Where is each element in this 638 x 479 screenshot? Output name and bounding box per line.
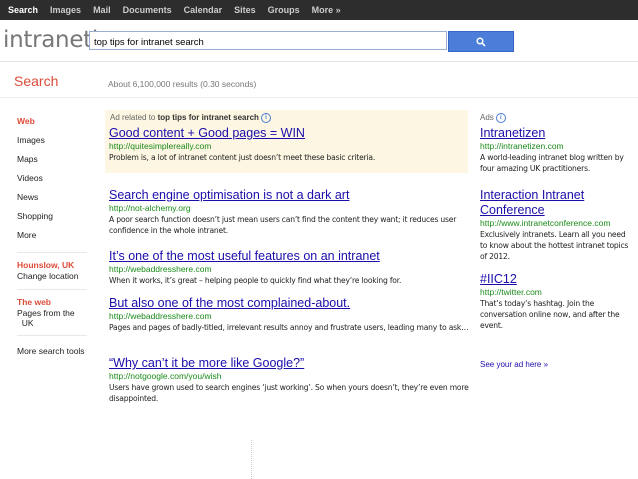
ad-snippet: A world-leading intranet blog written by… bbox=[480, 153, 624, 173]
result-url[interactable]: http://quitesimplereally.com bbox=[109, 141, 481, 152]
result-title-link[interactable]: It’s one of the most useful features on … bbox=[109, 249, 481, 264]
topnav-search[interactable]: Search bbox=[2, 5, 44, 15]
search-icon bbox=[476, 36, 486, 47]
result-title-link[interactable]: Good content + Good pages = WIN bbox=[109, 126, 481, 141]
ad-title-link[interactable]: Interaction Intranet Conference bbox=[480, 188, 630, 218]
side-ad: Intranetizen http://intranetizen.com A w… bbox=[480, 126, 630, 174]
sidebar-divider bbox=[17, 335, 87, 336]
pages-from-uk-label: UK bbox=[21, 318, 34, 328]
topnav-images[interactable]: Images bbox=[44, 5, 87, 15]
filter-pages-from-uk[interactable]: Pages from the UK bbox=[17, 308, 102, 328]
result-url[interactable]: http://webaddresshere.com bbox=[109, 264, 481, 275]
ad-related-label: Ad related to top tips for intranet sear… bbox=[110, 113, 271, 123]
topnav-calendar[interactable]: Calendar bbox=[178, 5, 229, 15]
header-divider bbox=[0, 61, 638, 62]
result-title-link[interactable]: “Why can’t it be more like Google?” bbox=[109, 356, 481, 371]
sidebar: Web Images Maps Videos News Shopping Mor… bbox=[17, 112, 102, 357]
sidebar-item-web[interactable]: Web bbox=[17, 112, 102, 131]
result-url[interactable]: http://notgoogle.com/you/wish bbox=[109, 371, 481, 382]
search-result: But also one of the most complained-abou… bbox=[109, 296, 481, 333]
search-result: Good content + Good pages = WIN http://q… bbox=[109, 126, 481, 163]
info-icon[interactable]: i bbox=[260, 113, 271, 123]
change-location-link[interactable]: Change location bbox=[17, 271, 102, 282]
search-result: Search engine optimisation is not a dark… bbox=[109, 188, 481, 236]
pages-from-label: Pages from the bbox=[17, 308, 75, 318]
ads-heading-label: Ads bbox=[480, 113, 494, 123]
top-navigation-bar: Search Images Mail Documents Calendar Si… bbox=[0, 0, 638, 20]
ad-snippet: That’s today’s hashtag. Join the convers… bbox=[480, 299, 620, 330]
topnav-more[interactable]: More » bbox=[306, 5, 347, 15]
ad-url[interactable]: http://intranetizen.com bbox=[480, 141, 630, 152]
topnav-groups[interactable]: Groups bbox=[262, 5, 306, 15]
sidebar-item-more[interactable]: More bbox=[17, 226, 102, 245]
ad-title-link[interactable]: #IIC12 bbox=[480, 272, 630, 287]
sidebar-divider bbox=[17, 252, 87, 253]
ad-label-query: top tips for intranet search bbox=[157, 113, 259, 123]
result-stats: About 6,100,000 results (0.30 seconds) bbox=[108, 79, 257, 89]
ad-snippet: Exclusively intranets. Learn all you nee… bbox=[480, 230, 629, 261]
more-search-tools-link[interactable]: More search tools bbox=[17, 346, 102, 357]
stats-divider bbox=[0, 97, 638, 98]
sidebar-item-shopping[interactable]: Shopping bbox=[17, 207, 102, 226]
logo-text-main: intraneti bbox=[3, 27, 98, 53]
sidebar-item-maps[interactable]: Maps bbox=[17, 150, 102, 169]
ads-heading: Ads i bbox=[480, 113, 506, 123]
sidebar-item-news[interactable]: News bbox=[17, 188, 102, 207]
result-snippet: Users have grown used to search engines … bbox=[109, 383, 469, 403]
search-result: “Why can’t it be more like Google?” http… bbox=[109, 356, 481, 404]
sidebar-item-images[interactable]: Images bbox=[17, 131, 102, 150]
search-result: It’s one of the most useful features on … bbox=[109, 249, 481, 286]
ad-title-link[interactable]: Intranetizen bbox=[480, 126, 630, 141]
info-icon[interactable]: i bbox=[495, 113, 506, 123]
result-url[interactable]: http://webaddresshere.com bbox=[109, 311, 481, 322]
side-ad: #IIC12 http://twitter.com That’s today’s… bbox=[480, 272, 630, 331]
search-box[interactable] bbox=[89, 31, 447, 50]
sidebar-divider bbox=[17, 289, 87, 290]
result-snippet: A poor search function doesn’t just mean… bbox=[109, 215, 457, 235]
side-ad: Interaction Intranet Conference http://w… bbox=[480, 188, 630, 262]
location-label: Hounslow, UK bbox=[17, 260, 75, 270]
page-divider bbox=[251, 440, 252, 479]
sidebar-item-videos[interactable]: Videos bbox=[17, 169, 102, 188]
see-your-ad-link[interactable]: See your ad here » bbox=[480, 360, 548, 369]
ad-url[interactable]: http://twitter.com bbox=[480, 287, 630, 298]
result-snippet: When it works, it’s great – helping peop… bbox=[109, 276, 402, 285]
ad-label-prefix: Ad related to bbox=[110, 113, 158, 123]
topnav-mail[interactable]: Mail bbox=[87, 5, 117, 15]
search-input[interactable] bbox=[90, 35, 434, 50]
filter-the-web[interactable]: The web bbox=[17, 297, 102, 308]
topnav-sites[interactable]: Sites bbox=[228, 5, 262, 15]
search-button[interactable] bbox=[448, 31, 514, 52]
result-title-link[interactable]: But also one of the most complained-abou… bbox=[109, 296, 481, 311]
result-snippet: Problem is, a lot of intranet content ju… bbox=[109, 153, 376, 162]
result-snippet: Pages and pages of badly-titled, irrelev… bbox=[109, 323, 469, 332]
ad-url[interactable]: http://www.intranetconference.com bbox=[480, 218, 630, 229]
top-nav-links: Search Images Mail Documents Calendar Si… bbox=[2, 0, 347, 20]
topnav-documents[interactable]: Documents bbox=[117, 5, 178, 15]
result-title-link[interactable]: Search engine optimisation is not a dark… bbox=[109, 188, 481, 203]
page-title: Search bbox=[14, 73, 59, 89]
result-url[interactable]: http://not-alchemy.org bbox=[109, 203, 481, 214]
